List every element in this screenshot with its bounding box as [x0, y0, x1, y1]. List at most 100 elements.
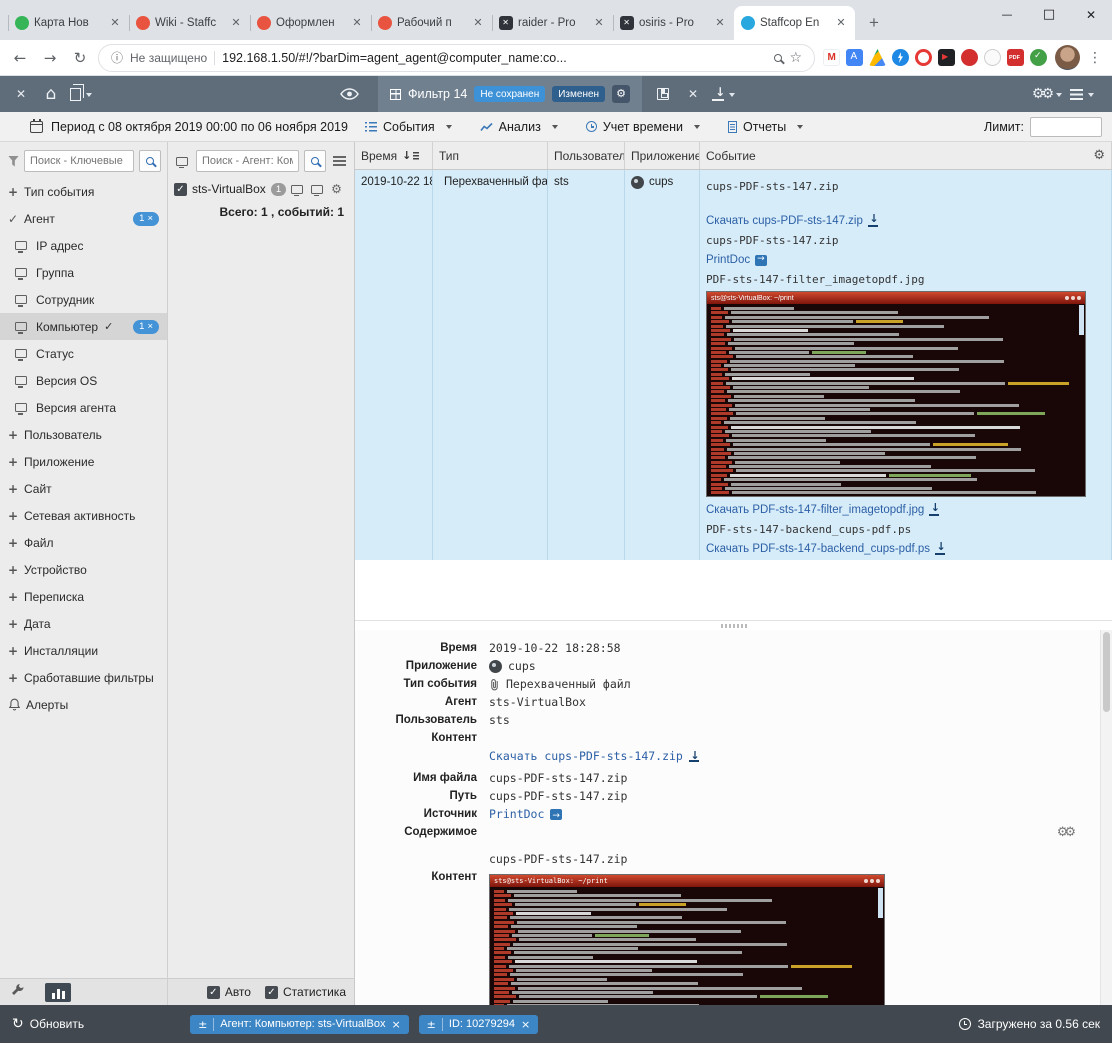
statistics-checkbox-label[interactable]: Статистика	[265, 985, 346, 999]
tab-close-icon[interactable]	[834, 16, 848, 30]
terminal-screenshot-thumbnail[interactable]: sts@sts-VirtualBox: ~/print	[706, 291, 1086, 497]
terminal-screenshot-preview[interactable]: sts@sts-VirtualBox: ~/print	[489, 874, 885, 1005]
agent-settings-gear-icon[interactable]	[331, 182, 342, 196]
tab-close-icon[interactable]	[713, 16, 727, 30]
printdoc-link[interactable]: PrintDoc	[489, 806, 544, 823]
sidebar-item-status[interactable]: Статус	[0, 340, 167, 367]
browser-tab-1[interactable]: Карта Нов	[8, 6, 129, 40]
download-link[interactable]: Скачать PDF-sts-147-backend_cups-pdf.ps	[706, 543, 1105, 555]
droplet-icon[interactable]	[984, 49, 1001, 66]
browser-tab-6[interactable]: osiris - Pro	[613, 6, 734, 40]
auto-checkbox[interactable]	[207, 986, 220, 999]
keyword-search-input[interactable]	[24, 150, 134, 172]
check-icon[interactable]	[1030, 49, 1047, 66]
sidebar-item-alerts[interactable]: Алерты	[0, 691, 167, 718]
sidebar-item-os-version[interactable]: Версия OS	[0, 367, 167, 394]
event-row[interactable]: 2019-10-22 18:2 Перехваченный фа sts cup…	[355, 170, 1112, 560]
browser-tab-active[interactable]: Staffcop En	[734, 6, 855, 40]
maximize-button[interactable]	[1028, 0, 1070, 30]
limit-input[interactable]	[1030, 117, 1102, 137]
menu-analysis[interactable]: Анализ	[480, 120, 558, 134]
reload-button[interactable]	[68, 46, 92, 70]
sidebar-item-group[interactable]: Группа	[0, 259, 167, 286]
sidebar-item-correspondence[interactable]: Переписка	[0, 583, 167, 610]
refresh-button[interactable]: Обновить	[12, 1017, 84, 1031]
column-header-user[interactable]: Пользователь	[548, 142, 625, 169]
contents-gear-icon[interactable]	[1057, 824, 1072, 841]
close-panel-icon[interactable]	[10, 81, 32, 107]
drive-icon[interactable]	[869, 49, 886, 66]
save-icon[interactable]	[652, 81, 674, 107]
agent-search-button[interactable]	[304, 150, 326, 172]
period-label[interactable]: Период с 08 октября 2019 00:00 по 06 ноя…	[51, 120, 351, 134]
eye-icon[interactable]	[338, 81, 360, 107]
panel-splitter[interactable]	[355, 620, 1112, 630]
sidebar-item-device[interactable]: Устройство	[0, 556, 167, 583]
address-bar[interactable]: Не защищено 192.168.1.50/#!/?barDim=agen…	[98, 44, 815, 72]
sidebar-item-installations[interactable]: Инсталляции	[0, 637, 167, 664]
filter-count-badge[interactable]: 1	[133, 320, 159, 334]
sidebar-item-computer[interactable]: Компьютер1	[0, 313, 167, 340]
gmail-icon[interactable]	[823, 49, 840, 66]
sidebar-item-triggered-filters[interactable]: Сработавшие фильтры	[0, 664, 167, 691]
home-icon[interactable]	[40, 81, 62, 107]
printdoc-link[interactable]: PrintDoc	[706, 254, 1105, 266]
sidebar-item-user[interactable]: Пользователь	[0, 421, 167, 448]
browser-tab-5[interactable]: raider - Pro	[492, 6, 613, 40]
forward-button[interactable]	[38, 46, 62, 70]
sidebar-item-employee[interactable]: Сотрудник	[0, 286, 167, 313]
agents-menu-icon[interactable]	[333, 156, 346, 166]
bookmark-star-icon[interactable]	[789, 50, 802, 66]
settings-gears-icon[interactable]	[1032, 81, 1062, 107]
filter-count-badge[interactable]: 1	[133, 212, 159, 226]
download-link[interactable]: Скачать cups-PDF-sts-147.zip	[489, 748, 683, 765]
column-header-type[interactable]: Тип	[433, 142, 548, 169]
scrollbar-thumb[interactable]	[1103, 632, 1110, 712]
details-scrollbar[interactable]	[1100, 630, 1112, 1005]
keyword-search-button[interactable]	[139, 150, 161, 172]
chip-close-icon[interactable]	[521, 1018, 530, 1031]
agent-row[interactable]: sts-VirtualBox 1	[168, 178, 354, 200]
download-link[interactable]: Скачать PDF-sts-147-filter_imagetopdf.jp…	[706, 504, 1105, 516]
splitter-grip-icon[interactable]	[721, 624, 747, 628]
filter-settings-gear-icon[interactable]	[612, 85, 630, 103]
new-tab-button[interactable]	[861, 10, 887, 36]
tab-close-icon[interactable]	[229, 16, 243, 30]
menu-reports[interactable]: Отчеты	[728, 120, 803, 134]
zoom-icon[interactable]	[774, 54, 782, 62]
monitor-icon[interactable]	[311, 185, 323, 194]
sidebar-item-network-activity[interactable]: Сетевая активность	[0, 502, 167, 529]
column-header-app[interactable]: Приложение	[625, 142, 700, 169]
menu-time-tracking[interactable]: Учет времени	[586, 120, 700, 134]
sidebar-item-file[interactable]: Файл	[0, 529, 167, 556]
filter-chip-id[interactable]: ±ID: 10279294	[419, 1015, 539, 1034]
agent-search-input[interactable]	[196, 150, 299, 172]
agent-checkbox[interactable]	[174, 183, 187, 196]
sidebar-item-event-type[interactable]: Тип события	[0, 178, 167, 205]
main-menu-icon[interactable]	[1070, 81, 1094, 107]
pages-icon[interactable]	[70, 81, 92, 107]
adblock-icon[interactable]	[961, 49, 978, 66]
browser-tab-4[interactable]: Рабочий п	[371, 6, 492, 40]
play-icon[interactable]	[938, 49, 955, 66]
pdf-icon[interactable]	[1007, 49, 1024, 66]
lightning-icon[interactable]	[892, 49, 909, 66]
close-window-button[interactable]	[1070, 0, 1112, 31]
close-filter-icon[interactable]	[682, 81, 704, 107]
filter-tab[interactable]: Фильтр 14 Не сохранен Изменен	[378, 76, 642, 112]
browser-menu-icon[interactable]	[1086, 50, 1104, 66]
sidebar-item-agent-version[interactable]: Версия агента	[0, 394, 167, 421]
auto-checkbox-label[interactable]: Авто	[207, 985, 251, 999]
info-icon[interactable]	[111, 49, 123, 66]
statistics-chart-button[interactable]	[45, 983, 71, 1002]
profile-avatar[interactable]	[1055, 45, 1080, 70]
tab-close-icon[interactable]	[108, 16, 122, 30]
sort-desc-icon[interactable]	[402, 149, 419, 162]
translate-icon[interactable]	[846, 49, 863, 66]
column-header-time[interactable]: Время	[355, 142, 433, 169]
tab-close-icon[interactable]	[592, 16, 606, 30]
browser-tab-3[interactable]: Оформлен	[250, 6, 371, 40]
red-ring-icon[interactable]	[915, 49, 932, 66]
statistics-checkbox[interactable]	[265, 986, 278, 999]
sidebar-item-agent[interactable]: Агент1	[0, 205, 167, 232]
